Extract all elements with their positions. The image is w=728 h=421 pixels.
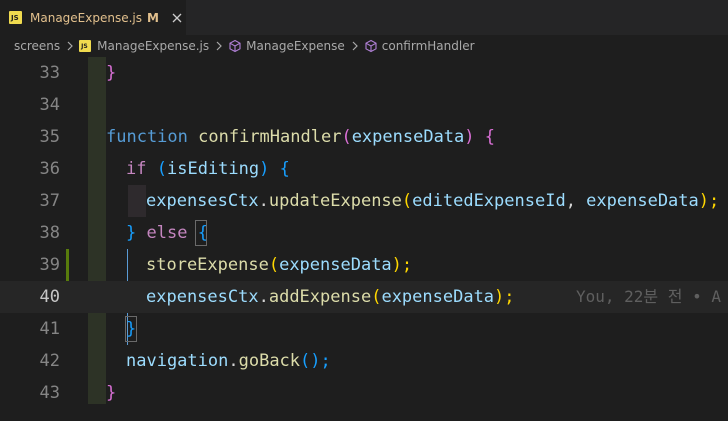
line-number: 42: [39, 351, 60, 371]
line-number: 39: [39, 255, 60, 275]
chevron-right-icon: [66, 41, 74, 51]
bracket-match-highlight: [125, 316, 137, 342]
code-text: storeExpense(expenseData);: [146, 255, 413, 275]
symbol-method-icon: [364, 39, 378, 53]
code-text: expensesCtx.updateExpense(editedExpenseI…: [146, 191, 720, 211]
code-text: function confirmHandler(expenseData) {: [106, 127, 496, 147]
code-line[interactable]: 42 navigation.goBack();: [0, 345, 728, 377]
code-line[interactable]: 33 }: [0, 57, 728, 89]
line-number: 35: [39, 127, 60, 147]
code-text: if (isEditing) {: [126, 159, 290, 179]
code-line[interactable]: 39 storeExpense(expenseData);: [0, 249, 728, 281]
line-number: 43: [39, 383, 60, 403]
line-number: 37: [39, 191, 60, 211]
code-line[interactable]: 35 function confirmHandler(expenseData) …: [0, 121, 728, 153]
git-blame-annotation: You, 22분 전 • A: [576, 287, 722, 306]
javascript-file-icon: JS: [79, 40, 92, 52]
code-line[interactable]: 36 if (isEditing) {: [0, 153, 728, 185]
breadcrumb-file[interactable]: JS ManageExpense.js: [79, 39, 209, 53]
bracket-match-highlight: [195, 220, 207, 246]
code-text: }: [106, 63, 117, 83]
line-number: 34: [39, 95, 60, 115]
code-text: }: [106, 383, 117, 403]
code-line[interactable]: 37 expensesCtx.updateExpense(editedExpen…: [0, 185, 728, 217]
breadcrumb-folder[interactable]: screens: [14, 39, 60, 53]
breadcrumb-component[interactable]: ManageExpense: [228, 39, 345, 53]
modified-status-badge: M: [147, 10, 159, 25]
code-text: navigation.goBack();: [126, 351, 331, 371]
line-number: 33: [39, 63, 60, 83]
gutter-modified-indicator: [66, 249, 69, 281]
code-editor[interactable]: 33 } 34 35 function confirmHandler(expen…: [0, 57, 728, 421]
breadcrumb-file-label: ManageExpense.js: [97, 39, 210, 53]
chevron-right-icon: [215, 41, 223, 51]
code-line[interactable]: 34: [0, 89, 728, 121]
line-number: 38: [39, 223, 60, 243]
tab-label: ManageExpense.js: [30, 10, 142, 25]
code-line[interactable]: 43 }: [0, 377, 728, 409]
breadcrumb-folder-label: screens: [14, 39, 61, 53]
chevron-right-icon: [351, 41, 359, 51]
breadcrumb-function[interactable]: confirmHandler: [364, 39, 475, 53]
javascript-file-icon: JS: [9, 11, 22, 24]
line-number: 40: [39, 287, 60, 307]
code-line-current[interactable]: 40 expensesCtx.addExpense(expenseData); …: [0, 281, 728, 313]
line-number: 36: [39, 159, 60, 179]
tab-manage-expense[interactable]: JS ManageExpense.js M: [0, 0, 186, 35]
breadcrumb-component-label: ManageExpense: [246, 39, 345, 53]
code-line[interactable]: 41 }: [0, 313, 728, 345]
code-line[interactable]: 38 } else {: [0, 217, 728, 249]
close-icon[interactable]: [169, 10, 185, 26]
symbol-method-icon: [228, 39, 242, 53]
breadcrumb: screens JS ManageExpense.js ManageExpens…: [0, 35, 728, 57]
breadcrumb-function-label: confirmHandler: [381, 39, 475, 53]
code-text: expensesCtx.addExpense(expenseData);: [146, 287, 515, 307]
line-number: 41: [39, 319, 60, 339]
tab-bar: JS ManageExpense.js M: [0, 0, 728, 35]
